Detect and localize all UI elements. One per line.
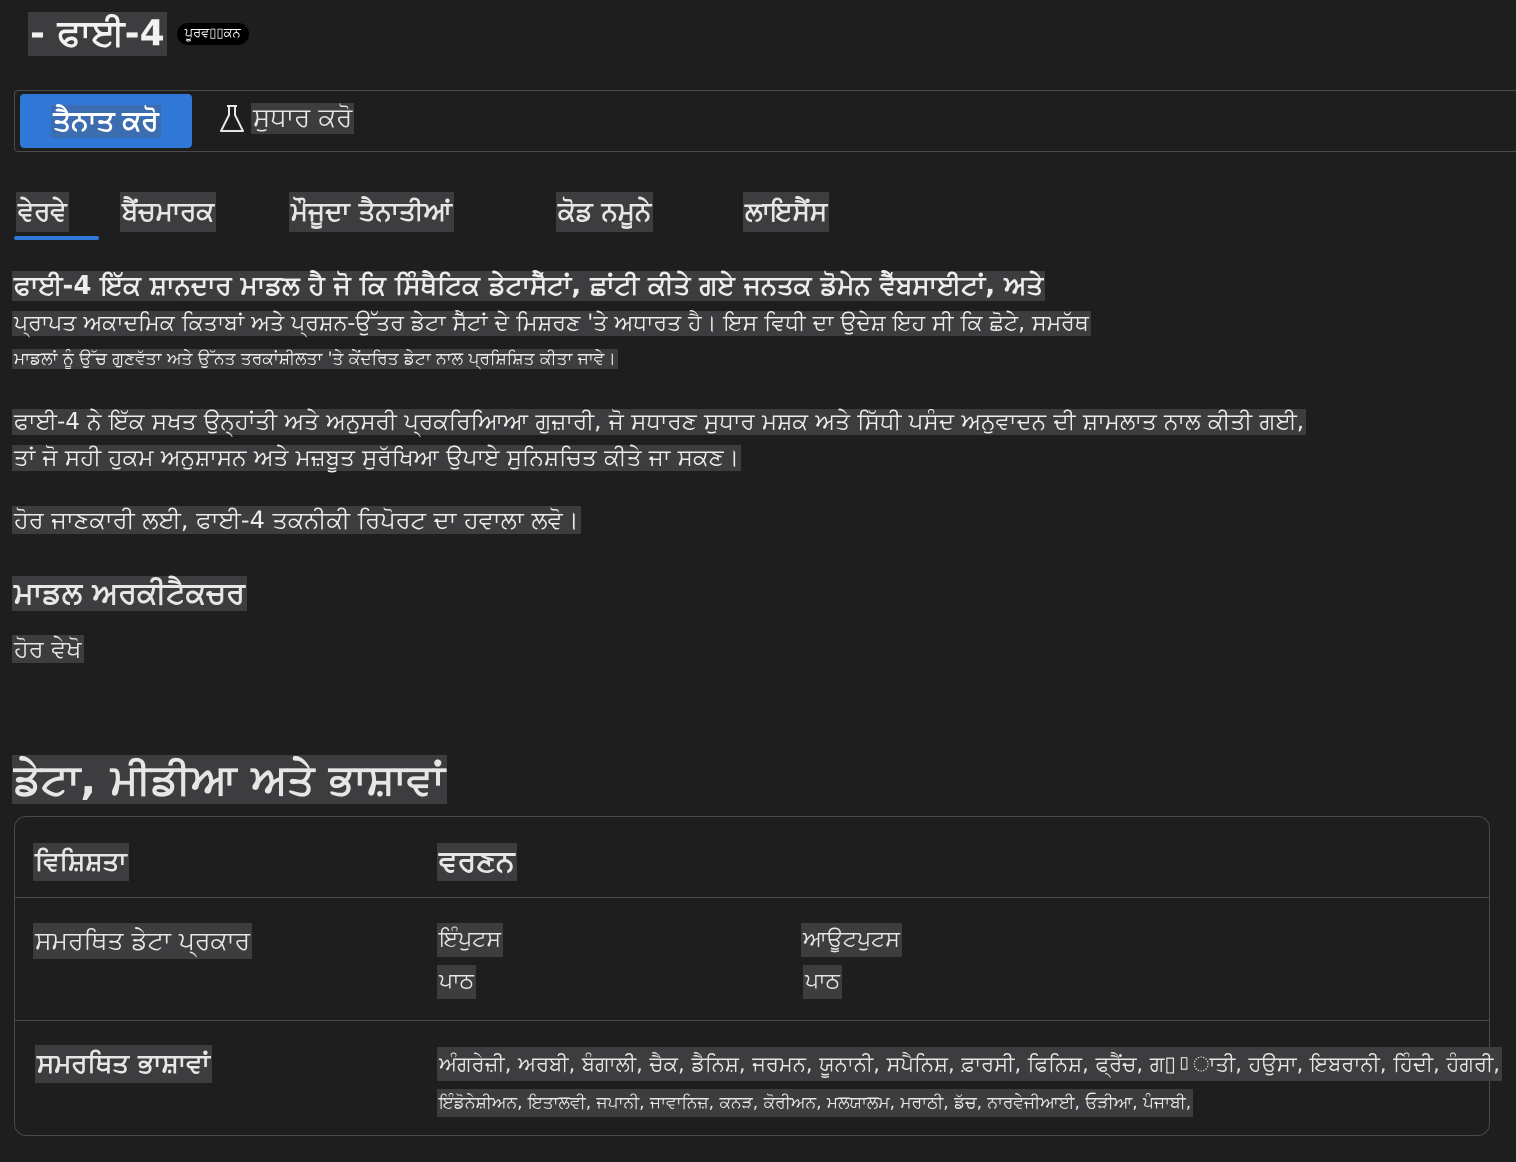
inputs-value: ਪਾਠ: [437, 965, 476, 999]
table-header-feature: ਵਿਸ਼ਿਸ਼ਤਾ: [33, 843, 129, 881]
see-more-link[interactable]: ਹੋਰ ਵੇਖੋ: [12, 630, 84, 668]
row-key-languages: ਸਮਰਥਿਤ ਭਾਸ਼ਾਵਾਂ: [35, 1045, 212, 1083]
text-line: ਤਾਂ ਜੋ ਸਹੀ ਹੁਕਮ ਅਨੁਸ਼ਾਸਨ ਅਤੇ ਮਜ਼ਬੂਤ ਸੁਰੱ…: [12, 445, 742, 471]
table-header-description: ਵਰਣਨ: [437, 843, 517, 881]
reference-paragraph: ਹੋਰ ਜਾਣਕਾਰੀ ਲਈ, ਫਾਈ-4 ਤਕਨੀਕੀ ਰਿਪੋਰਟ ਦਾ ਹ…: [12, 502, 1492, 538]
languages-list-line: ਅੰਗਰੇਜ਼ੀ, ਅਰਬੀ, ਬੰਗਾਲੀ, ਚੈਕ, ਡੈਨਿਸ਼, ਜਰਮ…: [437, 1047, 1502, 1081]
outputs-value: ਪਾਠ: [803, 965, 842, 999]
preview-badge: ਪੂਰਵ▯▯ਕਨ: [176, 23, 249, 45]
improve-button[interactable]: ਸੁਧਾਰ ਕਰੋ: [219, 103, 355, 134]
active-tab-indicator: [14, 236, 99, 240]
page-header: - ਫਾਈ-4 ਪੂਰਵ▯▯ਕਨ: [28, 12, 249, 56]
outputs-label: ਆਊਟਪੁਟਸ: [801, 923, 902, 957]
row-divider: [15, 897, 1489, 898]
tab-benchmarks[interactable]: ਬੈਂਚਮਾਰਕ: [120, 192, 217, 232]
tab-license[interactable]: ਲਾਇਸੈਂਸ: [743, 192, 830, 232]
architecture-heading: ਮਾਡਲ ਅਰਕੀਟੈਕਚਰ: [12, 572, 247, 616]
link-text: ਹੋਰ ਵੇਖੋ: [12, 635, 84, 663]
deploy-button[interactable]: ਤੈਨਾਤ ਕਰੋ: [20, 94, 192, 148]
text-line: ਪ੍ਰਾਪਤ ਅਕਾਦਮਿਕ ਕਿਤਾਬਾਂ ਅਤੇ ਪ੍ਰਸ਼ਨ-ਉੱਤਰ ਡ…: [12, 311, 1091, 336]
tab-details[interactable]: ਵੇਰਵੇ: [16, 192, 69, 232]
heading-text: ਡੇਟਾ, ਮੀਡੀਆ ਅਤੇ ਭਾਸ਼ਾਵਾਂ: [12, 755, 447, 804]
inputs-label: ਇੰਪੁਟਸ: [437, 923, 504, 957]
description-paragraph-line: ਫਾਈ-4 ਇੱਕ ਸ਼ਾਨਦਾਰ ਮਾਡਲ ਹੈ ਜੋ ਕਿ ਸਿੰਥੈਟਿਕ…: [12, 268, 1492, 304]
improve-button-label: ਸੁਧਾਰ ਕਰੋ: [251, 103, 355, 134]
text-line: ਫਾਈ-4 ਨੇ ਇੱਕ ਸਖਤ ਉਨ੍ਹਾਂਤੀ ਅਤੇ ਅਨੁਸਰੀ ਪ੍ਰ…: [12, 409, 1307, 435]
page-title: - ਫਾਈ-4: [28, 12, 167, 56]
heading-text: ਮਾਡਲ ਅਰਕੀਟੈਕਚਰ: [12, 576, 247, 611]
row-divider: [15, 1020, 1489, 1021]
text-line: ਮਾਡਲਾਂ ਨੂੰ ਉੱਚ ਗੁਣਵੱਤਾ ਅਤੇ ਉੱਨਤ ਤਰਕਾਂਸ਼ੀ…: [12, 349, 618, 369]
description-paragraph-line: ਪ੍ਰਾਪਤ ਅਕਾਦਮਿਕ ਕਿਤਾਬਾਂ ਅਤੇ ਪ੍ਰਸ਼ਨ-ਉੱਤਰ ਡ…: [12, 306, 1492, 342]
deploy-button-label: ਤੈਨਾਤ ਕਰੋ: [51, 104, 161, 138]
description-paragraph-line: ਮਾਡਲਾਂ ਨੂੰ ਉੱਚ ਗੁਣਵੱਤਾ ਅਤੇ ਉੱਨਤ ਤਰਕਾਂਸ਼ੀ…: [12, 344, 1492, 374]
row-key-data-types: ਸਮਰਥਿਤ ਡੇਟਾ ਪ੍ਰਕਾਰ: [33, 923, 253, 959]
training-paragraph: ਫਾਈ-4 ਨੇ ਇੱਕ ਸਖਤ ਉਨ੍ਹਾਂਤੀ ਅਤੇ ਅਨੁਸਰੀ ਪ੍ਰ…: [12, 404, 1492, 476]
text-line: ਫਾਈ-4 ਇੱਕ ਸ਼ਾਨਦਾਰ ਮਾਡਲ ਹੈ ਜੋ ਕਿ ਸਿੰਥੈਟਿਕ…: [12, 271, 1046, 301]
data-media-languages-heading: ਡੇਟਾ, ਮੀਡੀਆ ਅਤੇ ਭਾਸ਼ਾਵਾਂ: [12, 752, 447, 808]
languages-list-line: ਇੰਡੋਨੇਸ਼ੀਅਨ, ਇਤਾਲਵੀ, ਜਪਾਨੀ, ਜਾਵਾਨਿਜ਼, ਕਨ…: [437, 1089, 1194, 1117]
tab-existing-deployments[interactable]: ਮੌਜੂਦਾ ਤੈਨਾਤੀਆਂ: [289, 192, 454, 232]
tab-code-samples[interactable]: ਕੋਡ ਨਮੂਨੇ: [556, 192, 654, 232]
flask-icon: [219, 104, 245, 134]
text-line: ਹੋਰ ਜਾਣਕਾਰੀ ਲਈ, ਫਾਈ-4 ਤਕਨੀਕੀ ਰਿਪੋਰਟ ਦਾ ਹ…: [12, 506, 581, 534]
data-table: ਵਿਸ਼ਿਸ਼ਤਾ ਵਰਣਨ ਸਮਰਥਿਤ ਡੇਟਾ ਪ੍ਰਕਾਰ ਇੰਪੁਟਸ…: [14, 816, 1502, 1136]
action-toolbar: ਤੈਨਾਤ ਕਰੋ ਸੁਧਾਰ ਕਰੋ: [14, 90, 1516, 152]
